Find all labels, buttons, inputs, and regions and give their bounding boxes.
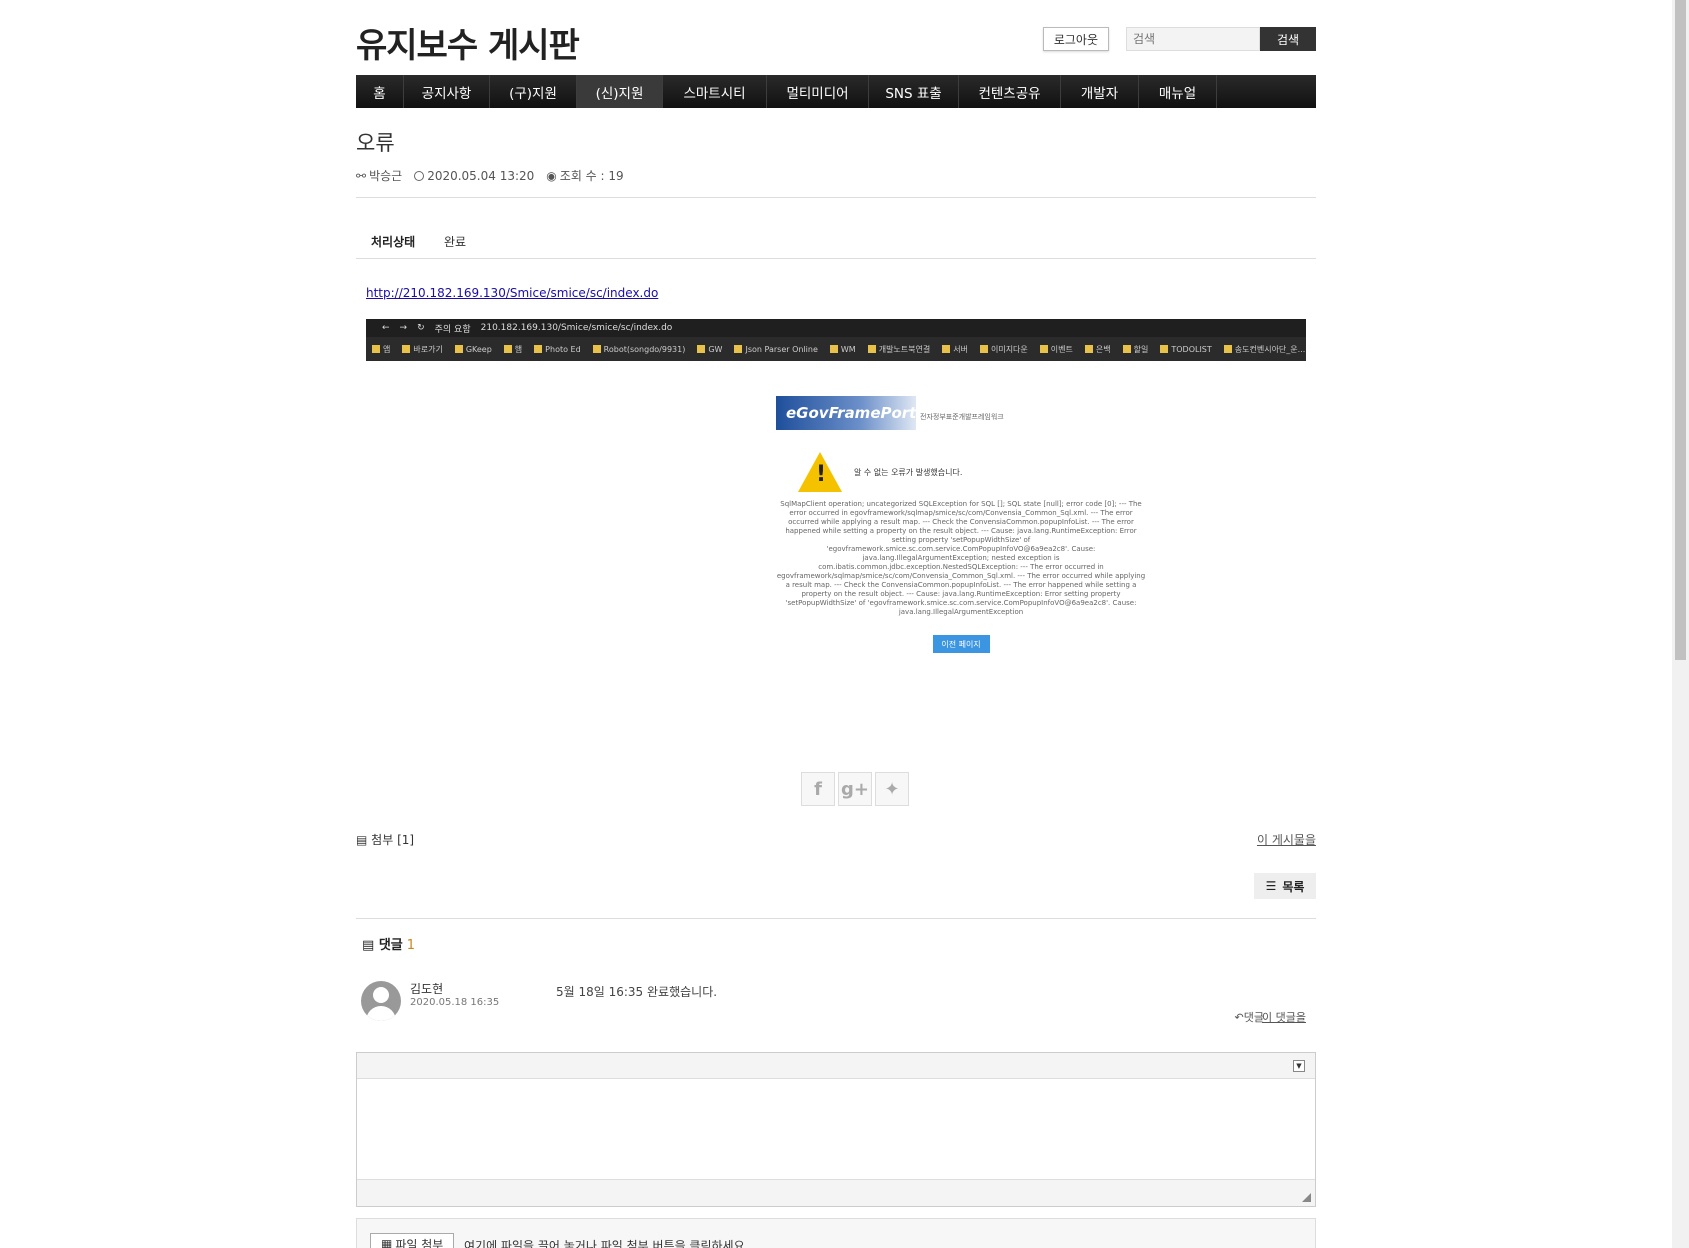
comment-count: 1 (406, 938, 416, 953)
resize-handle[interactable] (1302, 1193, 1311, 1202)
bookmark-item: 이벤트 (1040, 344, 1073, 355)
twitter-icon[interactable]: ✦ (875, 772, 909, 806)
avatar (361, 981, 401, 1021)
editor-footer (357, 1179, 1315, 1206)
bookmark-item: WM (830, 345, 856, 354)
attachment-toggle[interactable]: ▤ 첨부 [1] (356, 831, 414, 848)
scrollbar-thumb[interactable] (1675, 0, 1686, 660)
post-views: ◉ 조회 수 : 19 (546, 168, 624, 184)
bookmark-item: Robot(songdo/9931) (593, 345, 686, 354)
nav-item-old-support[interactable]: (구)지원 (490, 75, 577, 108)
this-comment-menu[interactable]: 이 댓글을 (1262, 1009, 1306, 1025)
bookmark-item: 이미지다운 (980, 344, 1028, 355)
nav-item-multimedia[interactable]: 멀티미디어 (767, 75, 869, 108)
chevron-down-icon[interactable]: ▼ (1293, 1060, 1305, 1072)
header-tools: 로그아웃 검색 (1042, 27, 1316, 51)
bookmark-item: GW (697, 345, 722, 354)
status-value: 완료 (444, 235, 467, 249)
shot-warning: 주의 요함 (434, 324, 471, 335)
share-buttons: f g+ ✦ (801, 772, 909, 806)
bookmark-item: 서버 (942, 344, 968, 355)
comments-heading: ▤ 댓글 1 (362, 938, 416, 953)
site-title[interactable]: 유지보수 게시판 (356, 18, 580, 67)
bookmark-item: 은백 (1085, 344, 1111, 355)
list-button[interactable]: ☰ 목록 (1254, 873, 1316, 899)
nav-item-manual[interactable]: 매뉴얼 (1139, 75, 1217, 108)
error-text: SqlMapClient operation; uncategorized SQ… (776, 500, 1146, 616)
attachment-icon: ▤ (356, 833, 368, 847)
nav-item-notice[interactable]: 공지사항 (404, 75, 490, 108)
bookmark-item: GKeep (455, 345, 492, 354)
divider (356, 197, 1316, 198)
warning-icon: ! (798, 452, 842, 492)
clock-icon (414, 170, 425, 181)
user-icon: ⚯ (356, 168, 367, 183)
nav-item-sns[interactable]: SNS 표출 (869, 75, 959, 108)
content-link[interactable]: http://210.182.169.130/Smice/smice/sc/in… (366, 286, 658, 300)
warning-row: ! 알 수 없는 오류가 발생했습니다. (798, 452, 1146, 492)
file-upload-area[interactable]: ▦ 파일 첨부 여기에 파일을 끌어 놓거나 파일 첨부 버튼을 클릭하세요. (356, 1218, 1316, 1248)
embedded-screenshot: ← → ↻ 주의 요함 210.182.169.130/Smice/smice/… (366, 319, 1306, 361)
divider (356, 918, 1316, 919)
list-icon: ☰ (1265, 879, 1277, 893)
logout-button[interactable]: 로그아웃 (1042, 27, 1109, 51)
nav-item-home[interactable]: 홈 (356, 75, 404, 108)
editor-toolbar: ▼ (357, 1053, 1315, 1079)
shot-address-bar: ← → ↻ 주의 요함 210.182.169.130/Smice/smice/… (366, 319, 1306, 337)
scrollbar[interactable] (1672, 0, 1689, 1248)
file-attach-button[interactable]: ▦ 파일 첨부 (370, 1233, 455, 1248)
post-title: 오류 (356, 131, 395, 155)
eye-icon: ◉ (546, 168, 557, 183)
warning-message: 알 수 없는 오류가 발생했습니다. (854, 467, 963, 477)
reply-icon: ↶ (1234, 1011, 1244, 1024)
bookmark-item: 햄 (504, 344, 522, 355)
forward-icon: → (399, 323, 408, 333)
this-post-menu[interactable]: 이 게시물을 (1257, 831, 1316, 848)
comment-textarea[interactable] (357, 1079, 1315, 1179)
status-row: 처리상태 완료 (356, 233, 1316, 259)
comment-author[interactable]: 김도현 (410, 980, 443, 997)
comment-icon: ▤ (362, 938, 375, 953)
post-date: 2020.05.04 13:20 (414, 167, 534, 184)
egov-logo: eGovFramePortal (776, 396, 932, 430)
nav-item-smartcity[interactable]: 스마트시티 (663, 75, 767, 108)
search-input[interactable] (1126, 27, 1260, 51)
nav-item-new-support[interactable]: (신)지원 (577, 75, 663, 108)
bookmark-item: TODOLIST (1160, 345, 1211, 354)
facebook-icon[interactable]: f (801, 772, 835, 806)
bookmark-item: 바로가기 (402, 344, 442, 355)
post-meta: ⚯ 박승근 2020.05.04 13:20 ◉ 조회 수 : 19 (356, 167, 624, 184)
shot-url: 210.182.169.130/Smice/smice/sc/index.do (480, 323, 673, 333)
status-label: 처리상태 (371, 235, 416, 249)
bookmark-item: 앱 (372, 344, 390, 355)
bookmark-item: 개발노트북연결 (868, 344, 931, 355)
google-plus-icon[interactable]: g+ (838, 772, 872, 806)
nav-item-content-share[interactable]: 컨텐츠공유 (959, 75, 1061, 108)
shot-bookmarks: 앱 바로가기 GKeep 햄 Photo Ed Robot(songdo/993… (366, 337, 1306, 361)
file-plus-icon: ▦ (381, 1237, 393, 1248)
post-author[interactable]: ⚯ 박승근 (356, 167, 402, 184)
comment-reply-button[interactable]: ↶댓글 (1235, 1009, 1264, 1025)
reload-icon: ↻ (417, 323, 425, 333)
bookmark-item: Photo Ed (534, 345, 581, 354)
back-icon: ← (382, 323, 390, 333)
error-page-image: eGovFramePortal 전자정부표준개발프레임워크 ! 알 수 없는 오… (776, 396, 1146, 653)
main-nav: 홈 공지사항 (구)지원 (신)지원 스마트시티 멀티미디어 SNS 표출 컨텐… (356, 75, 1316, 108)
comment-editor: ▼ (356, 1052, 1316, 1207)
upload-hint: 여기에 파일을 끌어 놓거나 파일 첨부 버튼을 클릭하세요. (464, 1239, 749, 1248)
bookmark-item: Json Parser Online (734, 345, 817, 354)
bookmark-item: 송도컨벤시아단_운... (1224, 344, 1306, 355)
comment-body: 5월 18일 16:35 완료했습니다. (556, 985, 718, 999)
egov-logo-sub: 전자정부표준개발프레임워크 (920, 413, 1004, 421)
bookmark-item: 할일 (1123, 344, 1149, 355)
prev-page-button: 이전 페이지 (932, 635, 990, 653)
search-button[interactable]: 검색 (1260, 27, 1316, 51)
comment-date: 2020.05.18 16:35 (410, 997, 500, 1008)
nav-item-developer[interactable]: 개발자 (1061, 75, 1139, 108)
